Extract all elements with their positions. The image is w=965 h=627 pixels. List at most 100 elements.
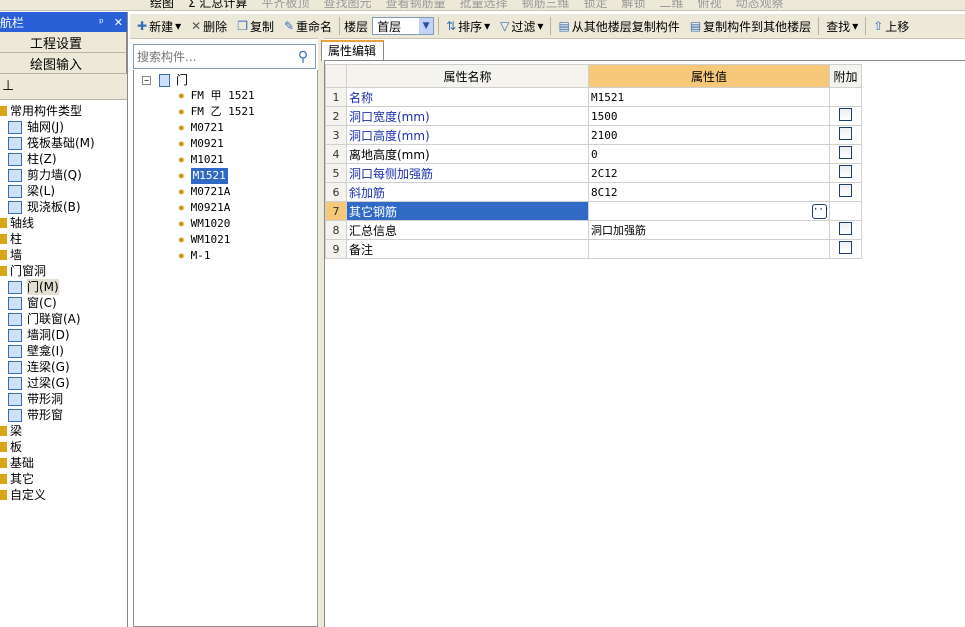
nav-tree-item[interactable]: 带形窗: [0, 407, 127, 423]
pin-icon[interactable]: ᵖ: [99, 16, 104, 29]
nav-tree-item[interactable]: 筏板基础(M): [0, 135, 127, 151]
search-icon[interactable]: ⚲: [291, 49, 315, 65]
row-number: 9: [325, 239, 347, 259]
copy-to-floor-button[interactable]: ▤ 复制构件到其他楼层: [687, 18, 814, 35]
nav-tree-item[interactable]: 墙洞(D): [0, 327, 127, 343]
nav-tree-item[interactable]: 壁龛(I): [0, 343, 127, 359]
search-input[interactable]: [134, 45, 291, 68]
tree-root[interactable]: − 门: [134, 72, 317, 88]
sort-button[interactable]: ⇅ 排序 ▾: [443, 18, 493, 35]
component-gear-icon: ✸: [178, 185, 185, 198]
collapse-icon[interactable]: −: [142, 75, 151, 85]
property-value-cell[interactable]: 8C12: [588, 182, 830, 202]
property-value-cell[interactable]: [588, 239, 830, 259]
property-value-cell[interactable]: 洞口加强筋: [588, 220, 830, 240]
toolbar-item[interactable]: 俯视: [698, 0, 722, 10]
nav-tree-item[interactable]: 过梁(G): [0, 375, 127, 391]
nav-tree-item[interactable]: 门(M): [0, 279, 127, 295]
toolbar-item[interactable]: 查看钢筋量: [385, 0, 445, 10]
property-row[interactable]: 5 洞口每侧加强筋 2C12: [325, 163, 862, 183]
toolbar-item[interactable]: 锁定: [584, 0, 608, 10]
property-row[interactable]: 3 洞口高度(mm) 2100: [325, 125, 862, 145]
filter-button[interactable]: ▽ 过滤 ▾: [497, 18, 546, 35]
move-up-button[interactable]: ⇧ 上移: [870, 18, 912, 35]
extra-checkbox[interactable]: [839, 127, 852, 140]
copy-button[interactable]: ❐ 复制: [234, 18, 277, 35]
nav-tree-item[interactable]: 墙: [0, 247, 127, 263]
nav-tree-item[interactable]: 带形洞: [0, 391, 127, 407]
property-value: 洞口加强筋: [591, 224, 646, 237]
extra-checkbox[interactable]: [839, 241, 852, 254]
property-row[interactable]: 1 名称 M1521: [325, 87, 862, 107]
component-item[interactable]: ✸ M0921A: [134, 200, 317, 216]
nav-tree-item[interactable]: 门窗洞: [0, 263, 127, 279]
nav-tree-label: 墙洞(D): [27, 328, 70, 342]
nav-tree-item[interactable]: 门联窗(A): [0, 311, 127, 327]
nav-tree-item[interactable]: 基础: [0, 455, 127, 471]
rename-button[interactable]: ✎ 重命名: [281, 18, 335, 35]
nav-tree-item[interactable]: 其它: [0, 471, 127, 487]
nav-tree-item[interactable]: 梁: [0, 423, 127, 439]
nav-tree-item[interactable]: 连梁(G): [0, 359, 127, 375]
component-item[interactable]: ✸ M1021: [134, 152, 317, 168]
toolbar-item[interactable]: 查找图元: [323, 0, 371, 10]
component-item[interactable]: ✸ FM 乙 1521: [134, 104, 317, 120]
extra-checkbox[interactable]: [839, 146, 852, 159]
drawing-input-button[interactable]: 绘图输入: [0, 53, 127, 74]
delete-button[interactable]: ✕ 删除: [188, 18, 230, 35]
copy-from-floor-button[interactable]: ▤ 从其他楼层复制构件: [555, 18, 682, 35]
close-icon[interactable]: ✕: [114, 16, 123, 29]
property-value-cell[interactable]: 2100: [588, 125, 830, 145]
property-row[interactable]: 8 汇总信息 洞口加强筋: [325, 220, 862, 240]
toolbar-item[interactable]: 平齐板顶: [261, 0, 309, 10]
nav-tree-item[interactable]: 轴网(J): [0, 119, 127, 135]
new-button[interactable]: ✚ 新建 ▾: [134, 18, 184, 35]
extra-checkbox[interactable]: [839, 108, 852, 121]
tab-property-edit[interactable]: 属性编辑: [321, 40, 384, 61]
ellipsis-button[interactable]: ···: [812, 203, 829, 219]
property-row[interactable]: 9 备注: [325, 239, 862, 259]
property-grid: 属性名称 属性值 附加 1 名称 M1521 2 洞口宽度(mm) 1500 3 洞口高度(m…: [324, 60, 965, 627]
toolbar-item[interactable]: 动态观察: [736, 0, 784, 10]
nav-tree-item[interactable]: 板: [0, 439, 127, 455]
property-value-cell[interactable]: 1500: [588, 106, 830, 126]
nav-tree-item[interactable]: 柱: [0, 231, 127, 247]
property-row[interactable]: 4 离地高度(mm) 0: [325, 144, 862, 164]
component-item[interactable]: ✸ WM1020: [134, 216, 317, 232]
toolbar-item[interactable]: 钢筋三维: [521, 0, 569, 10]
component-item[interactable]: ✸ FM 甲 1521: [134, 88, 317, 104]
property-value-cell[interactable]: 2C12: [588, 163, 830, 183]
toolbar-item[interactable]: 解锁: [622, 0, 646, 10]
toolbar-item[interactable]: 二维: [660, 0, 684, 10]
property-value-cell[interactable]: ···: [588, 201, 830, 221]
toolbar-item[interactable]: 批量选择: [459, 0, 507, 10]
find-button[interactable]: 查找 ▾: [823, 18, 861, 35]
component-item[interactable]: ✸ M-1: [134, 248, 317, 264]
property-value-cell[interactable]: M1521: [588, 87, 830, 107]
nav-tree-item[interactable]: 剪力墙(Q): [0, 167, 127, 183]
nav-tree-item[interactable]: 自定义: [0, 487, 127, 503]
property-row[interactable]: 2 洞口宽度(mm) 1500: [325, 106, 862, 126]
nav-tree-item[interactable]: 现浇板(B): [0, 199, 127, 215]
toolbar-item[interactable]: 绘图: [150, 0, 174, 10]
extra-checkbox[interactable]: [839, 165, 852, 178]
component-item[interactable]: ✸ M0921: [134, 136, 317, 152]
nav-tree-item[interactable]: 窗(C): [0, 295, 127, 311]
nav-tree-item[interactable]: 轴线: [0, 215, 127, 231]
extra-checkbox[interactable]: [839, 222, 852, 235]
property-row[interactable]: 7 其它钢筋 ···: [325, 201, 862, 221]
component-item[interactable]: ✸ M0721: [134, 120, 317, 136]
floor-select[interactable]: 首层 ▼: [372, 17, 435, 35]
nav-tree-item[interactable]: 梁(L): [0, 183, 127, 199]
project-settings-button[interactable]: 工程设置: [0, 32, 127, 53]
nav-tree-item[interactable]: 柱(Z): [0, 151, 127, 167]
extra-checkbox[interactable]: [839, 184, 852, 197]
nav-tree-item[interactable]: 常用构件类型: [0, 103, 127, 119]
component-item[interactable]: ✸ M1521: [134, 168, 317, 184]
component-item[interactable]: ✸ M0721A: [134, 184, 317, 200]
property-row[interactable]: 6 斜加筋 8C12: [325, 182, 862, 202]
collapse-icon[interactable]: ⊥: [0, 74, 127, 100]
component-item[interactable]: ✸ WM1021: [134, 232, 317, 248]
property-value-cell[interactable]: 0: [588, 144, 830, 164]
toolbar-item[interactable]: Σ 汇总计算: [188, 0, 247, 10]
